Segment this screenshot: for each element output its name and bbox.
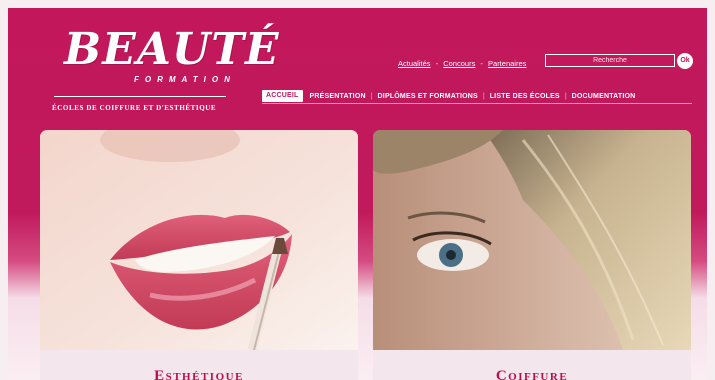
lips-photo [40,130,358,350]
card-coiffure[interactable]: Coiffure [373,130,691,380]
site-page: BEAUTÉ FORMATION ÉCOLES DE COIFFURE ET D… [8,8,707,380]
hair-photo [373,130,691,350]
brand-logo[interactable]: BEAUTÉ FORMATION ÉCOLES DE COIFFURE ET D… [48,20,279,112]
link-actualites[interactable]: Actualités [398,59,431,68]
search-ok-button[interactable]: Ok [677,53,693,69]
card-esthetique[interactable]: Esthétique [40,130,358,380]
logo-divider [54,96,226,97]
card-title-coiffure[interactable]: Coiffure [373,368,691,380]
card-title-esthetique[interactable]: Esthétique [40,368,358,380]
nav-divider [262,103,692,104]
nav-item-accueil[interactable]: ACCUEIL [262,90,303,102]
link-separator: - [480,59,483,68]
top-links: Actualités - Concours - Partenaires [398,59,526,68]
search-input[interactable] [545,54,675,67]
link-partenaires[interactable]: Partenaires [488,59,526,68]
link-concours[interactable]: Concours [443,59,475,68]
nav-item-liste-ecoles[interactable]: LISTE DES ÉCOLES [486,93,564,100]
nav-item-diplomes[interactable]: DIPLÔMES ET FORMATIONS [374,93,482,100]
logo-tagline: ÉCOLES DE COIFFURE ET D'ESTHÉTIQUE [52,104,217,112]
link-separator: - [435,59,439,68]
logo-subtitle: FORMATION [134,75,236,84]
nav-item-documentation[interactable]: DOCUMENTATION [568,93,640,100]
main-nav: ACCUEIL PRÉSENTATION | DIPLÔMES ET FORMA… [262,90,639,102]
nav-item-presentation[interactable]: PRÉSENTATION [306,93,370,100]
logo-wordmark: BEAUTÉ [64,24,280,75]
